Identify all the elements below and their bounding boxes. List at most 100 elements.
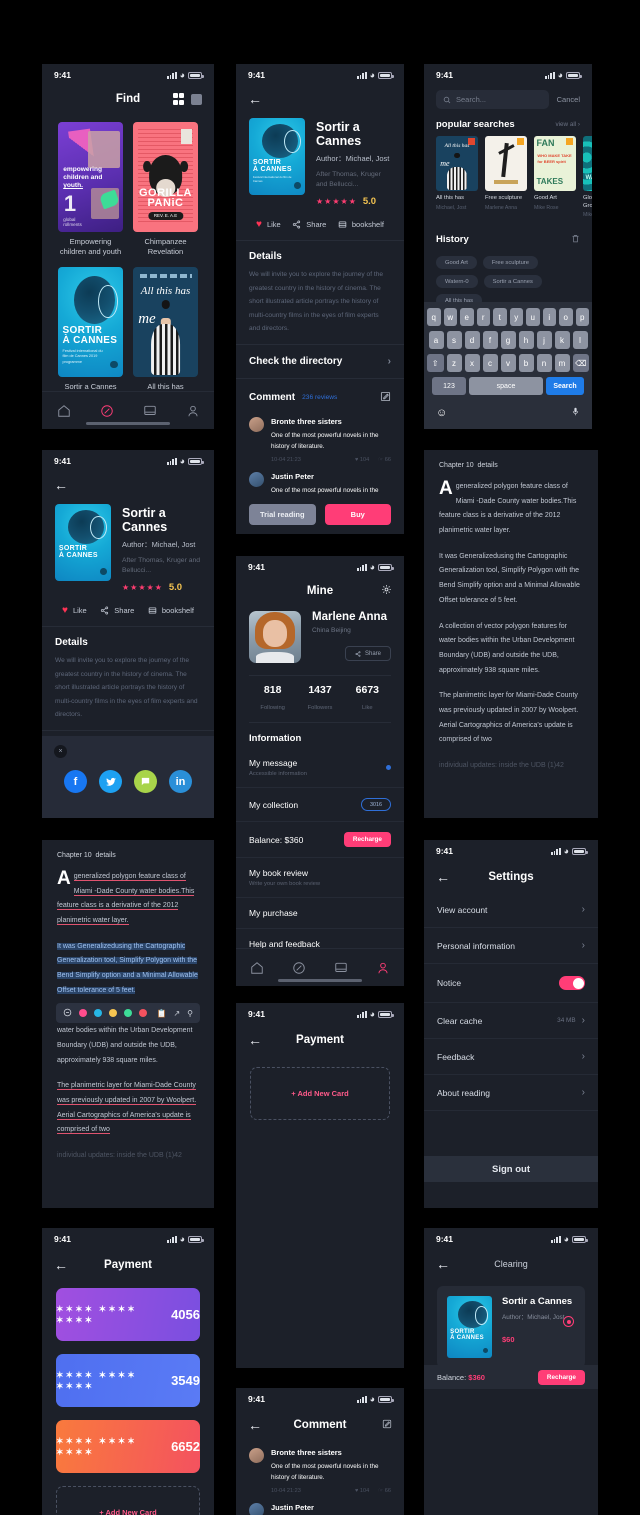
twitter-icon[interactable] bbox=[99, 770, 122, 793]
annotation-toolbar[interactable]: 📋 ↗ ⚲ bbox=[56, 1003, 200, 1023]
key-b[interactable]: b bbox=[518, 354, 534, 372]
row-my-collection[interactable]: My collection 3016 bbox=[236, 788, 404, 822]
share-button[interactable]: Share bbox=[292, 219, 326, 230]
payment-card[interactable]: ✶✶✶✶ ✶✶✶✶ ✶✶✶✶ 4056 bbox=[56, 1288, 200, 1341]
row-my-book-review[interactable]: My book review Write your own book review bbox=[236, 858, 404, 898]
share-icon[interactable]: ↗ bbox=[173, 1009, 180, 1018]
tab-discover[interactable] bbox=[100, 404, 114, 418]
key-l[interactable]: l bbox=[572, 331, 588, 349]
stat-following[interactable]: 818 Following bbox=[249, 684, 296, 714]
reader-paragraph-2[interactable]: It was Generalizedusing the Cartographic… bbox=[439, 550, 583, 609]
key-n[interactable]: n bbox=[536, 354, 552, 372]
reader-paragraph-5[interactable]: individual updates: inside the UDB (1)42 bbox=[57, 1149, 199, 1164]
reader-paragraph-4[interactable]: The planimetric layer for Miami-Dade Cou… bbox=[439, 689, 583, 748]
history-tag[interactable]: Watern-0 bbox=[436, 275, 478, 289]
book-cover[interactable]: SORTIR À CANNES bbox=[55, 504, 111, 581]
check-directory-row[interactable]: Check the directory › bbox=[236, 343, 404, 379]
key-f[interactable]: f bbox=[482, 331, 498, 349]
message-icon[interactable] bbox=[134, 770, 157, 793]
reader-paragraph-3[interactable]: A collection of vector polygon features … bbox=[439, 620, 583, 679]
reader-paragraph-2[interactable]: It was Generalizedusing the Cartographic… bbox=[57, 940, 199, 999]
book-card[interactable]: GORILLA PANiC REV. E. A.E Chimpanzee Reve… bbox=[133, 122, 198, 257]
popular-item[interactable]: WATER Global fun Growth Mike Rose bbox=[583, 136, 592, 218]
book-card[interactable]: SORTIR À CANNES Festival international du… bbox=[58, 267, 123, 392]
book-cover[interactable]: SORTIR À CANNES Festival international du… bbox=[249, 118, 305, 195]
setting-clear-cache[interactable]: Clear cache 34 MB › bbox=[424, 1003, 598, 1039]
popular-item[interactable]: FAN WHO MAKE TAKE for BEER spirit TAKES Go… bbox=[534, 136, 576, 218]
reader-paragraph-1[interactable]: Ageneralized polygon feature class of Mi… bbox=[57, 869, 199, 929]
payment-card[interactable]: ✶✶✶✶ ✶✶✶✶ ✶✶✶✶ 3549 bbox=[56, 1354, 200, 1407]
back-button[interactable]: ← bbox=[54, 1258, 68, 1272]
like-button[interactable]: ♥ Like bbox=[256, 219, 281, 230]
highlighter-icon[interactable] bbox=[63, 1004, 72, 1022]
key-x[interactable]: x bbox=[464, 354, 480, 372]
comment-likes[interactable]: ♥ 104 bbox=[355, 1488, 369, 1494]
key-p[interactable]: p bbox=[575, 308, 589, 326]
tab-library[interactable] bbox=[143, 404, 157, 418]
back-button[interactable]: ← bbox=[436, 870, 450, 884]
key-h[interactable]: h bbox=[518, 331, 534, 349]
trial-reading-button[interactable]: Trial reading bbox=[249, 504, 316, 525]
back-button[interactable]: ← bbox=[248, 1033, 262, 1047]
tab-home[interactable] bbox=[57, 404, 71, 418]
color-red[interactable] bbox=[139, 1009, 147, 1017]
book-cover[interactable]: SORTIR À CANNES bbox=[447, 1296, 492, 1358]
history-tag[interactable]: Good Art bbox=[436, 256, 477, 270]
back-button[interactable]: ← bbox=[54, 478, 68, 492]
key-v[interactable]: v bbox=[500, 354, 516, 372]
book-card[interactable]: empowering children and youth. 1 global rol… bbox=[58, 122, 123, 257]
cancel-button[interactable]: Cancel bbox=[557, 95, 580, 104]
book-cover-gorilla[interactable]: GORILLA PANiC REV. E. A.E bbox=[133, 122, 198, 232]
buy-button[interactable]: Buy bbox=[324, 504, 391, 525]
share-profile-button[interactable]: Share bbox=[345, 646, 391, 661]
emoji-icon[interactable]: ☺ bbox=[436, 407, 447, 419]
comment-item[interactable]: Bronte three sisters One of the most pow… bbox=[249, 416, 391, 463]
history-tag[interactable]: Free sculpture bbox=[482, 256, 538, 270]
add-new-card-button[interactable]: + Add New Card bbox=[250, 1067, 390, 1120]
comment-likes[interactable]: ♥ 104 bbox=[355, 457, 369, 463]
key-k[interactable]: k bbox=[554, 331, 570, 349]
key-c[interactable]: c bbox=[482, 354, 498, 372]
reader-paragraph-5[interactable]: individual updates: inside the UDB (1)42 bbox=[439, 759, 583, 774]
order-item[interactable]: SORTIR À CANNES Sortir a Cannes Author：Mi… bbox=[437, 1286, 585, 1368]
popular-list[interactable]: All this has me All this has Michael, Jo… bbox=[424, 136, 592, 218]
key-g[interactable]: g bbox=[500, 331, 516, 349]
key-r[interactable]: r bbox=[476, 308, 490, 326]
reader-paragraph-1[interactable]: Ageneralized polygon feature class of Mi… bbox=[439, 479, 583, 539]
key-a[interactable]: a bbox=[428, 331, 444, 349]
back-button[interactable]: ← bbox=[248, 92, 262, 106]
back-button[interactable]: ← bbox=[248, 1418, 262, 1432]
book-cover-allthis[interactable]: All this has me bbox=[133, 267, 198, 378]
back-button[interactable]: ← bbox=[436, 1257, 450, 1271]
numbers-key[interactable]: 123 bbox=[432, 377, 466, 395]
stat-followers[interactable]: 1437 Followers bbox=[296, 684, 343, 714]
grid-view-icon[interactable] bbox=[172, 93, 184, 105]
tab-library[interactable] bbox=[334, 961, 348, 975]
tab-profile[interactable] bbox=[376, 961, 390, 975]
setting-feedback[interactable]: Feedback › bbox=[424, 1039, 598, 1075]
share-button[interactable]: Share bbox=[100, 605, 134, 616]
setting-notice[interactable]: Notice bbox=[424, 964, 598, 1003]
list-view-icon[interactable] bbox=[191, 93, 202, 105]
comment-item[interactable]: Justin Peter bbox=[249, 1503, 391, 1515]
comment-item[interactable]: Bronte three sisters One of the most pow… bbox=[249, 1448, 391, 1494]
search-input[interactable]: Search... bbox=[436, 90, 549, 109]
color-blue[interactable] bbox=[94, 1009, 102, 1017]
key-m[interactable]: m bbox=[554, 354, 570, 372]
reader-paragraph-4[interactable]: The planimetric layer for Miami-Dade Cou… bbox=[57, 1079, 199, 1138]
color-yellow[interactable] bbox=[109, 1009, 117, 1017]
stat-likes[interactable]: 6673 Like bbox=[344, 684, 391, 714]
add-new-card-button[interactable]: + Add New Card bbox=[56, 1486, 200, 1515]
search-key[interactable]: Search bbox=[546, 377, 584, 395]
backspace-key[interactable]: ⌫ bbox=[572, 354, 589, 372]
notice-toggle[interactable] bbox=[559, 976, 585, 990]
microphone-icon[interactable] bbox=[571, 404, 580, 422]
setting-personal-information[interactable]: Personal information › bbox=[424, 928, 598, 964]
sign-out-button[interactable]: Sign out bbox=[424, 1156, 598, 1182]
row-balance[interactable]: Balance: $360 Recharge bbox=[236, 822, 404, 858]
key-y[interactable]: y bbox=[509, 308, 523, 326]
close-icon[interactable]: × bbox=[54, 745, 67, 758]
key-e[interactable]: e bbox=[460, 308, 474, 326]
book-card[interactable]: All this has me All this has bbox=[133, 267, 198, 392]
facebook-icon[interactable]: f bbox=[64, 770, 87, 793]
